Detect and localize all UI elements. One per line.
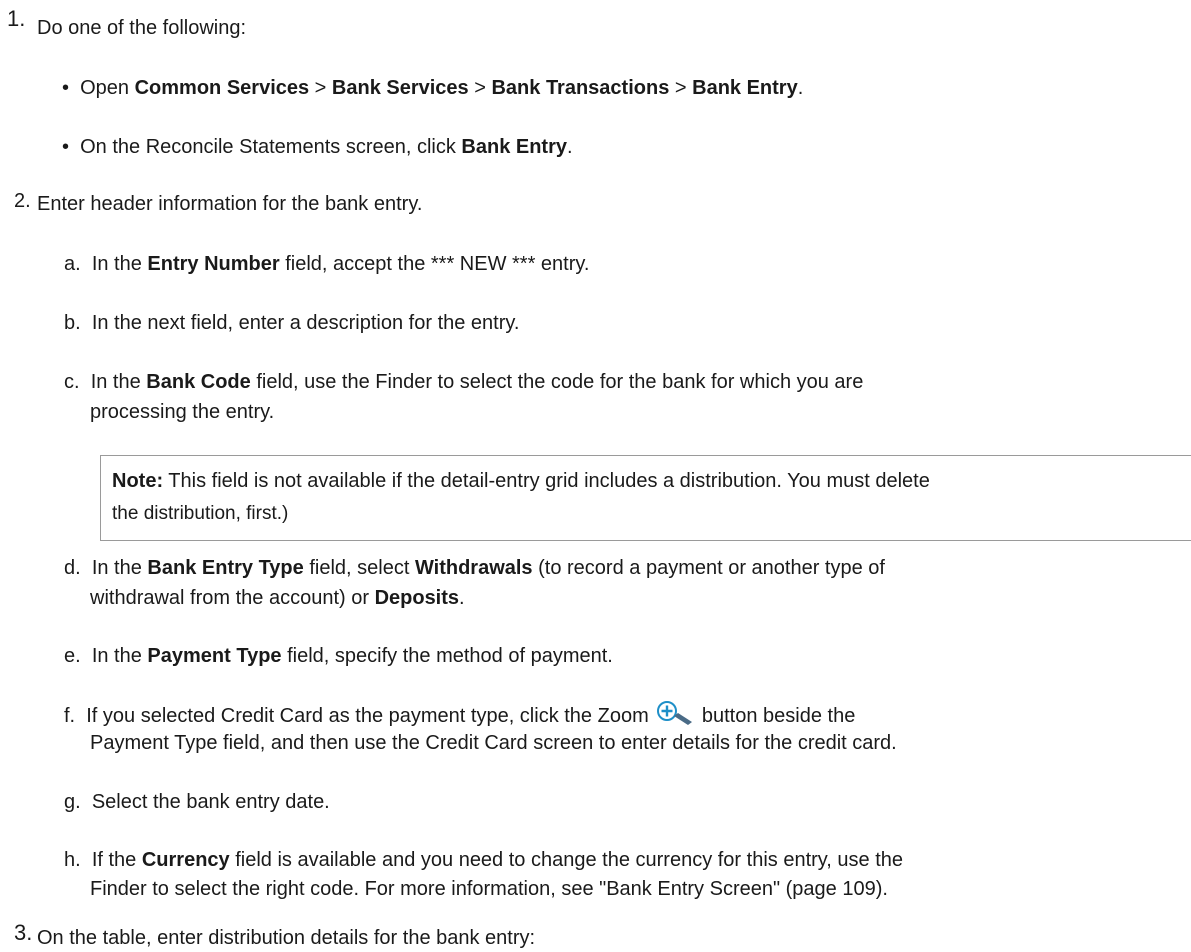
menu-path-part: Bank Services [331,77,469,99]
substep-f-line2: Payment Type field, and then use the Cre… [90,732,897,754]
option-name: Withdrawals [414,557,533,579]
field-name: Bank Entry Type [147,557,304,579]
substep-e: e. In the Payment Type field, specify th… [64,645,613,667]
substep-h-line2: Finder to select the right code. For mor… [90,878,888,900]
bullet-dot: • [62,77,81,99]
button-reference: Bank Entry [461,136,567,158]
step-text: Enter header information for the bank en… [37,193,423,215]
menu-path-part: Bank Entry [692,77,798,99]
step-number: 3. [14,920,33,945]
field-name: Bank Code [146,371,251,393]
substep-d: d. In the Bank Entry Type field, select … [64,557,885,579]
field-name: Currency [141,849,230,871]
menu-path-part: Common Services [134,77,310,99]
bullet-item: • On the Reconcile Statements screen, cl… [62,136,573,158]
substep-b: b. In the next field, enter a descriptio… [64,312,520,334]
substep-a: a. In the Entry Number field, accept the… [64,253,590,275]
field-name: Payment Type [147,645,282,667]
note-label: Note: [112,470,164,492]
substep-g: g. Select the bank entry date. [64,791,330,813]
substep-c-line2: processing the entry. [90,401,275,423]
field-name: Entry Number [147,253,280,275]
menu-path-part: Bank Transactions [491,77,670,99]
note-line2: the distribution, first.) [112,503,289,524]
substep-c: c. In the Bank Code field, use the Finde… [64,371,864,393]
substep-d-line2: withdrawal from the account) or Deposits… [90,587,465,609]
step-text: Do one of the following: [37,17,247,39]
substep-h: h. If the Currency field is available an… [64,849,904,871]
help-page: { "step1": { "num": "1.", "text": "Do on… [0,0,1191,949]
step-number: 1. [7,6,26,31]
option-name: Deposits [374,587,460,609]
bullet-item: • Open Common Services > Bank Services >… [62,77,804,99]
note-box: Note: This field is not available if the… [100,455,1191,541]
step-number: 2. [14,190,31,212]
note-line: Note: This field is not available if the… [112,470,930,492]
bullet-dot: • [62,136,81,158]
